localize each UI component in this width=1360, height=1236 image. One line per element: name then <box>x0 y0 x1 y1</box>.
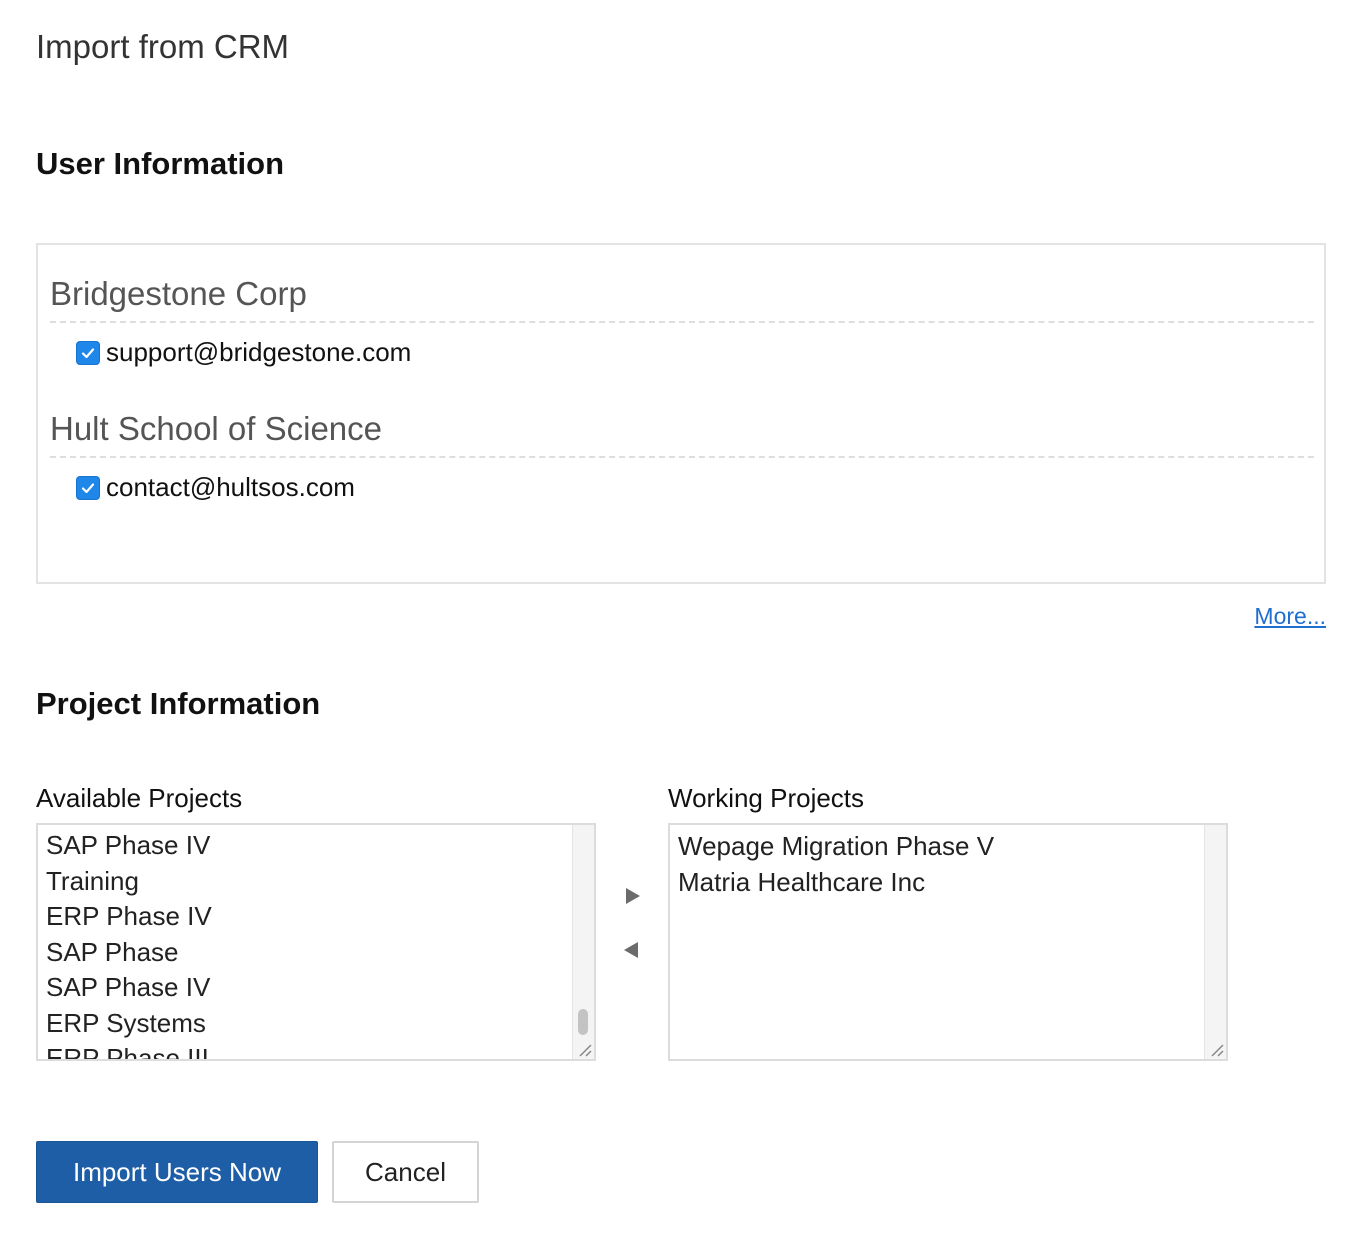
scrollbar[interactable] <box>1204 825 1226 1059</box>
resize-grip-icon[interactable] <box>1208 1041 1224 1057</box>
checkbox-checked-icon[interactable] <box>76 340 100 365</box>
checkbox-checked-icon[interactable] <box>76 475 100 500</box>
triangle-right-icon <box>626 888 640 904</box>
org-name: Hult School of Science <box>50 410 383 447</box>
list-item[interactable]: ERP Phase IV <box>46 899 570 935</box>
list-item[interactable]: SAP Phase IV <box>46 828 570 864</box>
user-email: support@bridgestone.com <box>106 337 412 367</box>
user-email-row[interactable]: support@bridgestone.com <box>76 337 411 368</box>
move-left-button[interactable] <box>619 937 645 963</box>
import-users-now-button[interactable]: Import Users Now <box>36 1141 318 1203</box>
scrollbar-thumb[interactable] <box>578 1009 588 1035</box>
user-email: contact@hultsos.com <box>106 472 355 502</box>
list-item[interactable]: ERP Systems <box>46 1006 570 1042</box>
list-item[interactable]: ERP Phase III <box>46 1041 570 1059</box>
working-projects-label: Working Projects <box>668 783 865 813</box>
more-link[interactable]: More... <box>1254 603 1326 630</box>
list-item[interactable]: Matria Healthcare Inc <box>678 865 1202 901</box>
org-divider <box>50 456 1314 458</box>
org-name: Bridgestone Corp <box>50 275 307 312</box>
list-item[interactable]: Wepage Migration Phase V <box>678 829 1202 865</box>
import-from-crm-page: Import from CRM User Information Bridges… <box>0 0 1360 1236</box>
working-projects-list[interactable]: Wepage Migration Phase V Matria Healthca… <box>668 823 1228 1061</box>
cancel-button[interactable]: Cancel <box>332 1141 479 1203</box>
user-information-box: Bridgestone Corp support@bridgestone.com… <box>36 243 1326 584</box>
list-item[interactable]: Training <box>46 864 570 900</box>
resize-grip-icon[interactable] <box>576 1041 592 1057</box>
move-right-button[interactable] <box>619 883 645 909</box>
page-title: Import from CRM <box>36 28 290 65</box>
list-item[interactable]: SAP Phase IV <box>46 970 570 1006</box>
project-information-heading: Project Information <box>36 686 321 721</box>
user-email-row[interactable]: contact@hultsos.com <box>76 472 355 503</box>
triangle-left-icon <box>624 942 638 958</box>
org-divider <box>50 321 1314 323</box>
user-information-heading: User Information <box>36 146 285 181</box>
scrollbar[interactable] <box>572 825 594 1059</box>
list-item[interactable]: SAP Phase <box>46 935 570 971</box>
available-projects-list[interactable]: SAP Phase IV Training ERP Phase IV SAP P… <box>36 823 596 1061</box>
available-projects-label: Available Projects <box>36 783 243 813</box>
